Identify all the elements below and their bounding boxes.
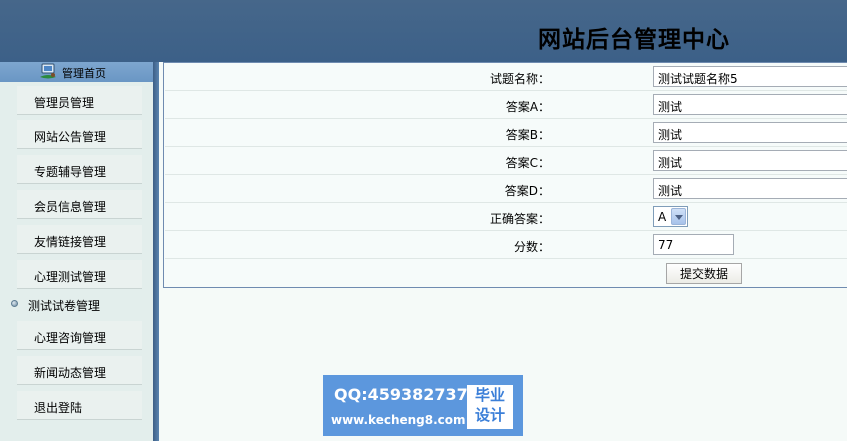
select-value: A [658,210,667,224]
sidebar-item-label: 新闻动态管理 [34,366,107,380]
form-row-answer-c: 答案C： 测试 [165,147,847,175]
score-input[interactable]: 77 [653,234,734,255]
question-name-input[interactable]: 测试试题名称5 [653,66,847,87]
sidebar-item-label: 网站公告管理 [34,130,107,144]
sidebar-item-tutoring[interactable]: 专题辅导管理 [17,155,142,184]
computer-icon [40,63,56,79]
sidebar-item-label: 退出登陆 [34,401,83,415]
form-row-question-name: 试题名称： 测试试题名称5 [165,63,847,91]
sidebar-item-consulting[interactable]: 心理咨询管理 [17,321,142,350]
field-label: 答案B： [505,128,551,142]
sidebar-item-label: 专题辅导管理 [34,165,107,179]
field-label: 答案D： [504,184,551,198]
sidebar-divider [153,62,159,441]
sidebar: 管理首页 管理员管理 网站公告管理 专题辅导管理 会员信息管理 友情链接管理 心… [0,62,153,441]
sidebar-item-logout[interactable]: 退出登陆 [17,391,142,420]
sidebar-home-label: 管理首页 [62,67,106,80]
sidebar-home[interactable]: 管理首页 [0,62,153,82]
form-row-score: 分数： 77 [165,231,847,259]
form-row-answer-b: 答案B： 测试 [165,119,847,147]
bullet-icon [11,300,18,307]
form-row-answer-a: 答案A： 测试 [165,91,847,119]
field-label: 正确答案： [490,212,551,226]
form-row-answer-d: 答案D： 测试 [165,175,847,203]
submit-button[interactable]: 提交数据 [666,263,742,284]
sidebar-item-announcements[interactable]: 网站公告管理 [17,120,142,149]
sidebar-item-label: 测试试卷管理 [28,299,101,313]
sidebar-item-members[interactable]: 会员信息管理 [17,190,142,219]
sidebar-item-test-papers[interactable]: 测试试卷管理 [0,293,153,315]
chevron-down-icon[interactable] [671,208,686,225]
sidebar-item-label: 心理咨询管理 [34,331,107,345]
answer-d-input[interactable]: 测试 [653,178,847,199]
watermark-qq: QQ:459382737 [334,385,468,404]
sidebar-item-label: 友情链接管理 [34,235,107,249]
badge-line-1: 毕业 [474,386,505,404]
field-label: 试题名称： [490,72,551,86]
form-row-correct-answer: 正确答案： A [165,203,847,231]
correct-answer-select[interactable]: A [653,206,688,227]
page-title: 网站后台管理中心 [538,26,730,53]
header-bar: 网站后台管理中心 [0,0,847,62]
field-label: 分数： [514,240,551,254]
answer-a-input[interactable]: 测试 [653,94,847,115]
watermark-site: www.kecheng8.com [331,413,466,427]
sidebar-item-label: 管理员管理 [34,96,95,110]
badge-line-2: 设计 [474,406,505,424]
answer-b-input[interactable]: 测试 [653,122,847,143]
sidebar-item-psych-test[interactable]: 心理测试管理 [17,260,142,289]
sidebar-item-label: 心理测试管理 [34,270,107,284]
watermark-badge: 毕业 设计 [467,385,513,429]
answer-c-input[interactable]: 测试 [653,150,847,171]
sidebar-item-links[interactable]: 友情链接管理 [17,225,142,254]
watermark-banner: QQ:459382737 www.kecheng8.com 毕业 设计 [323,375,523,436]
question-form: 试题名称： 测试试题名称5 答案A： 测试 答案B： 测试 答案C： 测试 答案… [163,62,847,288]
sidebar-item-label: 会员信息管理 [34,200,107,214]
field-label: 答案C： [505,156,551,170]
sidebar-item-admin[interactable]: 管理员管理 [17,86,142,115]
field-label: 答案A： [505,100,551,114]
sidebar-item-news[interactable]: 新闻动态管理 [17,356,142,385]
